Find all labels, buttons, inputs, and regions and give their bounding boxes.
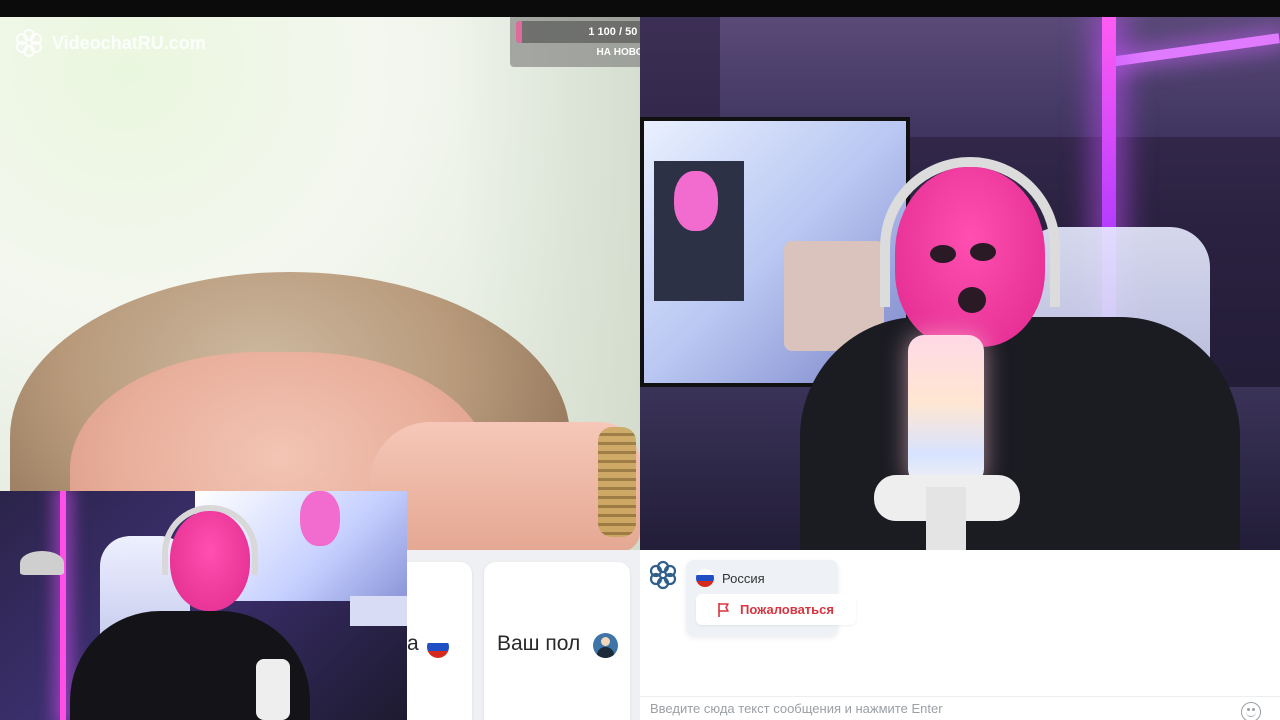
chat-panel: Россия Пожаловаться bbox=[640, 550, 1280, 720]
partner-country: Россия bbox=[696, 569, 765, 587]
keyboard bbox=[350, 596, 407, 626]
report-label: Пожаловаться bbox=[740, 602, 834, 617]
glowing-microphone bbox=[908, 335, 984, 485]
mask-eye-left bbox=[930, 245, 956, 263]
flower-logo-icon bbox=[16, 29, 42, 57]
russia-flag-icon bbox=[427, 636, 449, 658]
bracelet bbox=[598, 427, 636, 537]
report-button[interactable]: Пожаловаться bbox=[696, 594, 856, 625]
person-body bbox=[800, 317, 1240, 550]
pink-mask bbox=[300, 491, 340, 546]
monitor-video-1 bbox=[654, 161, 744, 301]
pink-balaclava bbox=[170, 511, 250, 611]
led-strip bbox=[60, 491, 66, 720]
site-logo: VideochatRU.com bbox=[14, 28, 206, 58]
logo-text: VideochatRU.com bbox=[52, 32, 206, 53]
message-input[interactable] bbox=[640, 696, 1280, 720]
male-avatar-icon bbox=[593, 633, 618, 658]
pink-mask bbox=[674, 171, 718, 231]
gender-filter-card[interactable]: Ваш пол bbox=[484, 562, 630, 720]
smiley-icon[interactable] bbox=[1241, 702, 1261, 720]
desk-lamp bbox=[20, 551, 64, 575]
flag-icon bbox=[718, 602, 729, 617]
partner-country-label: Россия bbox=[722, 570, 765, 586]
flower-logo-icon bbox=[649, 560, 677, 590]
self-camera-view bbox=[0, 491, 407, 720]
mask-eye-right bbox=[970, 243, 996, 261]
microphone bbox=[256, 659, 290, 720]
partner-info-card: Россия Пожаловаться bbox=[686, 560, 856, 636]
country-filter-label: а bbox=[407, 632, 419, 655]
window-top-bar bbox=[0, 0, 1280, 17]
videochat-app: VideochatRU.com 1 100 / 50 000 RUB НА НО… bbox=[0, 0, 1280, 720]
partner-video-left bbox=[0, 17, 640, 550]
microphone-stand bbox=[926, 487, 966, 550]
gender-filter-label: Ваш пол bbox=[497, 632, 581, 655]
pink-balaclava bbox=[895, 167, 1045, 347]
mask-mouth bbox=[958, 287, 986, 313]
russia-flag-icon bbox=[696, 569, 714, 587]
partner-video-right bbox=[640, 17, 1280, 550]
